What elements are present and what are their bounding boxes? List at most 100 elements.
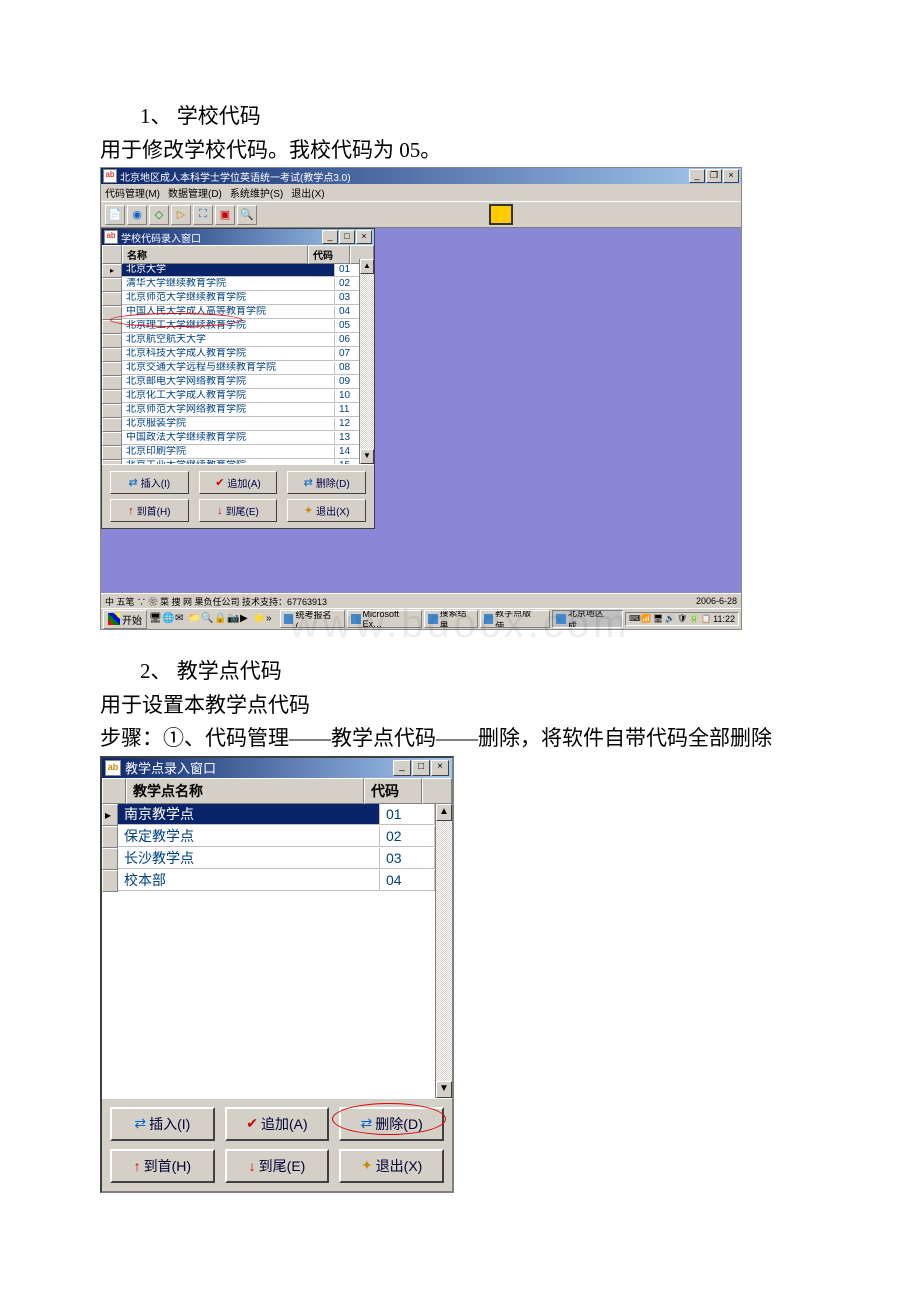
table-row[interactable]: 北京服装学院12	[102, 418, 374, 432]
table-row[interactable]: 北京印刷学院14	[102, 446, 374, 460]
toolbar-exit-icon[interactable]	[489, 204, 513, 225]
table-row[interactable]: 南京教学点01	[102, 804, 435, 826]
delete-button[interactable]: ⇄删除(D)	[339, 1107, 444, 1141]
ql-more[interactable]: »	[266, 613, 278, 625]
section2-heading: 2、 教学点代码	[100, 655, 820, 689]
row-name: 北京大学	[122, 264, 335, 277]
menu-code[interactable]: 代码管理(M)	[105, 185, 160, 200]
first-button[interactable]: ↑到首(H)	[110, 1149, 215, 1183]
exit-button[interactable]: ✦退出(X)	[287, 499, 366, 522]
tray-icon[interactable]: 📶	[641, 614, 651, 624]
table-row[interactable]: 校本部04	[102, 870, 435, 892]
tray-icon[interactable]: 🔋	[689, 614, 699, 624]
taskbar-item[interactable]: 北京地区成…	[552, 610, 623, 628]
grid-header-name[interactable]: 教学点名称	[126, 778, 364, 804]
row-marker	[102, 348, 122, 362]
table-row[interactable]: 北京科技大学成人教育学院07	[102, 348, 374, 362]
toolbar-btn-2[interactable]: ◉	[127, 205, 147, 225]
append-button[interactable]: ✔追加(A)	[199, 471, 278, 494]
tray-icon[interactable]: 🛡	[677, 614, 687, 624]
grid-header-marker	[102, 778, 126, 804]
table-row[interactable]: 中国政法大学继续教育学院13	[102, 432, 374, 446]
minimize-button[interactable]: _	[689, 169, 705, 183]
table-row[interactable]: 北京邮电大学网络教育学院09	[102, 376, 374, 390]
inner-minimize-button[interactable]: _	[322, 230, 338, 244]
toolbar-btn-1[interactable]: 📄	[105, 205, 125, 225]
table-row[interactable]: 北京师范大学网络教育学院11	[102, 404, 374, 418]
taskbar-item[interactable]: Microsoft Ex…	[347, 610, 422, 628]
restore-button[interactable]: ❐	[706, 169, 722, 183]
ql-icon[interactable]: ✉	[175, 613, 187, 625]
last-button[interactable]: ↓到尾(E)	[199, 499, 278, 522]
scroll-up-button[interactable]: ▲	[436, 804, 452, 821]
scroll-track[interactable]	[436, 821, 452, 1081]
ql-icon[interactable]: 🔒	[214, 613, 226, 625]
table-row[interactable]: 中国人民大学成人高等教育学院04	[102, 306, 374, 320]
section1-heading: 1、 学校代码	[100, 100, 820, 134]
table-row[interactable]: 清华大学继续教育学院02	[102, 278, 374, 292]
exit-button[interactable]: ✦退出(X)	[339, 1149, 444, 1183]
scroll-up-button[interactable]: ▲	[360, 259, 374, 274]
grid-header-name[interactable]: 名称	[122, 245, 308, 264]
status-bar: 中 五笔 ∵ ❀ 菜 捜 网 果负任公司 技术支持：67763913 2006-…	[101, 593, 741, 608]
ql-icon[interactable]: 📷	[227, 613, 239, 625]
table-row[interactable]: 北京化工大学成人教育学院10	[102, 390, 374, 404]
toolbar-btn-5[interactable]: ⛶	[193, 205, 213, 225]
inner-close-button[interactable]: ×	[356, 230, 372, 244]
toolbar-btn-7[interactable]: 🔍	[237, 205, 257, 225]
inner-maximize-button[interactable]: □	[339, 230, 355, 244]
minimize-button[interactable]: _	[393, 760, 411, 776]
app-icon: ab	[103, 169, 117, 183]
ql-icon[interactable]: 🔍	[201, 613, 213, 625]
table-row[interactable]: 北京师范大学继续教育学院03	[102, 292, 374, 306]
last-button[interactable]: ↓到尾(E)	[225, 1149, 330, 1183]
menu-system[interactable]: 系统维护(S)	[230, 185, 283, 200]
row-name: 北京化工大学成人教育学院	[122, 390, 335, 403]
row-name: 北京科技大学成人教育学院	[122, 348, 335, 361]
ql-icon[interactable]: 📁	[188, 613, 200, 625]
window-title: 教学点录入窗口	[125, 758, 216, 777]
row-name: 北京交通大学远程与继续教育学院	[122, 362, 335, 375]
table-row[interactable]: 北京工业大学继续教育学院15	[102, 460, 374, 464]
table-row[interactable]: 北京大学01	[102, 264, 374, 278]
menu-exit[interactable]: 退出(X)	[291, 185, 324, 200]
grid-header-code[interactable]: 代码	[364, 778, 422, 804]
toolbar-btn-6[interactable]: ▣	[215, 205, 235, 225]
insert-button[interactable]: ⇄插入(I)	[110, 471, 189, 494]
table-row[interactable]: 北京交通大学远程与继续教育学院08	[102, 362, 374, 376]
tray-icon[interactable]: 🔊	[665, 614, 675, 624]
tray-icon[interactable]: 🖥	[653, 614, 663, 624]
scroll-down-button[interactable]: ▼	[436, 1081, 452, 1098]
taskbar-item[interactable]: 教学点版使…	[480, 610, 551, 628]
row-code: 01	[380, 804, 435, 825]
insert-button[interactable]: ⇄插入(I)	[110, 1107, 215, 1141]
menu-data[interactable]: 数据管理(D)	[168, 185, 222, 200]
teaching-point-window: ab 教学点录入窗口 _ □ × 教学点名称 代码 南京教学点01保定教学点02…	[100, 756, 454, 1193]
table-row[interactable]: 保定教学点02	[102, 826, 435, 848]
toolbar-btn-3[interactable]: ◇	[149, 205, 169, 225]
close-button[interactable]: ×	[431, 760, 449, 776]
grid-scrollbar[interactable]: ▲ ▼	[435, 804, 452, 1098]
toolbar-btn-4[interactable]: ▷	[171, 205, 191, 225]
ql-icon[interactable]: 🖥	[149, 613, 161, 625]
scroll-track[interactable]	[360, 274, 374, 449]
close-button[interactable]: ×	[723, 169, 739, 183]
table-row[interactable]: 长沙教学点03	[102, 848, 435, 870]
taskbar-item[interactable]: 统考报名(…	[280, 610, 345, 628]
table-row[interactable]: 北京航空航天大学06	[102, 334, 374, 348]
append-button[interactable]: ✔追加(A)	[225, 1107, 330, 1141]
grid-header-code[interactable]: 代码	[308, 245, 350, 264]
table-row[interactable]: 北京理工大学继续教育学院05	[102, 320, 374, 334]
ql-icon[interactable]: ▶	[240, 613, 252, 625]
start-button[interactable]: 开始	[103, 610, 147, 629]
ql-icon[interactable]: 🌐	[162, 613, 174, 625]
scroll-down-button[interactable]: ▼	[360, 449, 374, 464]
first-button[interactable]: ↑到首(H)	[110, 499, 189, 522]
taskbar-item[interactable]: 搜索结果	[424, 610, 478, 628]
ql-icon[interactable]: ⭐	[253, 613, 265, 625]
delete-button[interactable]: ⇄删除(D)	[287, 471, 366, 494]
tray-icon[interactable]: ⌨	[629, 614, 639, 624]
tray-icon[interactable]: 📋	[701, 614, 711, 624]
grid-scrollbar[interactable]: ▲ ▼	[359, 259, 374, 464]
maximize-button[interactable]: □	[412, 760, 430, 776]
